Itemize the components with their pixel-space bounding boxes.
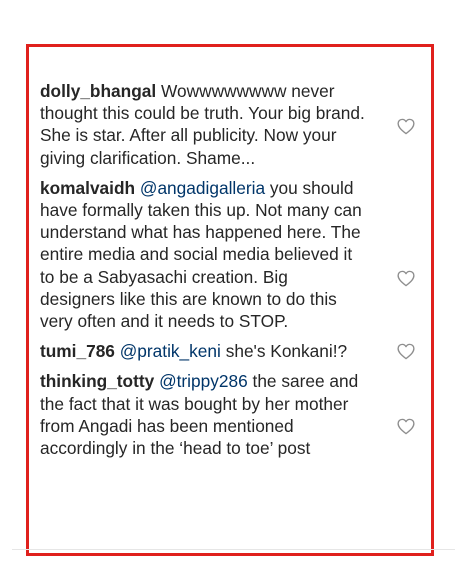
comment-username[interactable]: dolly_bhangal	[40, 81, 156, 101]
comment-body: she's Konkani!?	[225, 341, 348, 362]
heart-icon[interactable]	[397, 343, 415, 360]
comment-text: thinking_totty @trippy286 the saree and …	[40, 370, 366, 459]
comment-item: dolly_bhangal Wowwwwwwww never thought t…	[40, 80, 430, 169]
heart-icon[interactable]	[397, 270, 415, 287]
comment-item: thinking_totty @trippy286 the saree and …	[40, 370, 430, 459]
comment-username[interactable]: komalvaidh	[40, 178, 135, 198]
comment-text: dolly_bhangal Wowwwwwwww never thought t…	[40, 80, 366, 169]
comment-username[interactable]: tumi_786	[40, 341, 115, 361]
heart-icon[interactable]	[397, 418, 415, 435]
comment-username[interactable]: thinking_totty	[40, 371, 154, 391]
heart-icon[interactable]	[397, 118, 415, 135]
comment-body: you should have formally taken this up. …	[40, 177, 362, 332]
comment-item: tumi_786 @pratik_keni she's Konkani!?	[40, 340, 430, 362]
comment-item: komalvaidh @angadigalleria you should ha…	[40, 177, 430, 332]
comment-mention[interactable]: @angadigalleria	[140, 178, 265, 198]
comment-list: dolly_bhangal Wowwwwwwww never thought t…	[40, 80, 430, 467]
divider	[12, 549, 455, 550]
comment-text: komalvaidh @angadigalleria you should ha…	[40, 177, 366, 332]
comment-mention[interactable]: @trippy286	[159, 371, 248, 391]
comment-mention[interactable]: @pratik_keni	[120, 341, 221, 361]
comment-text: tumi_786 @pratik_keni she's Konkani!?	[40, 340, 366, 362]
